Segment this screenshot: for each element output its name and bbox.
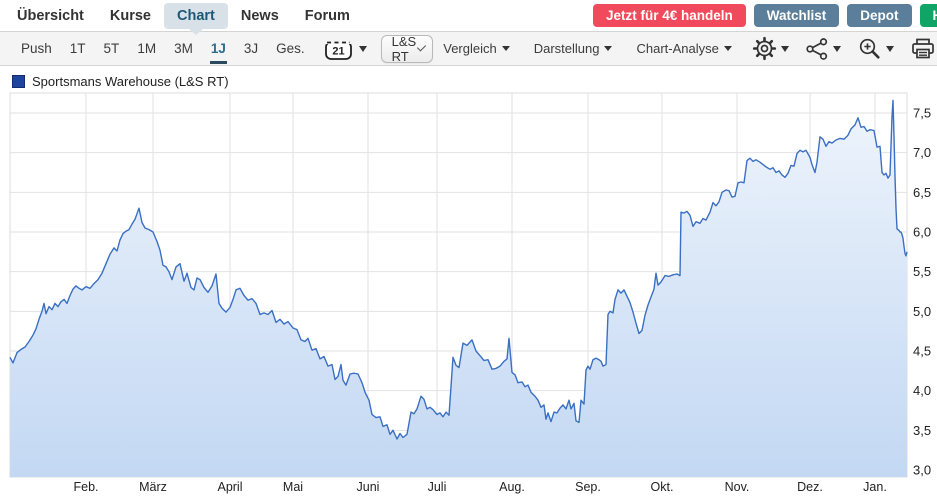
nav-item-chart[interactable]: Chart: [164, 3, 228, 29]
menu-label: Vergleich: [443, 41, 496, 56]
nav-item-kurse[interactable]: Kurse: [97, 3, 164, 29]
stock-chart-page: { "nav": { "items": [ {"label": "Übersic…: [0, 0, 937, 498]
menu-label: Chart-Analyse: [636, 41, 718, 56]
chart-settings-button[interactable]: [746, 36, 795, 61]
chevron-down-icon: [833, 46, 841, 52]
header-actions: Jetzt für 4€ handeln Watchlist Depot Han…: [593, 4, 937, 27]
nav-item-forum[interactable]: Forum: [292, 3, 363, 29]
x-tick-label: Sep.: [575, 480, 601, 494]
feed-select-value: L&S RT: [392, 34, 419, 64]
nav-item-news[interactable]: News: [228, 3, 292, 29]
menu-label: Darstellung: [534, 41, 600, 56]
svg-text:21: 21: [332, 45, 344, 57]
x-tick-label: Jan.: [863, 480, 887, 494]
range-3j[interactable]: 3J: [235, 32, 267, 65]
darstellung-menu[interactable]: Darstellung: [524, 41, 623, 56]
chart-analyse-menu[interactable]: Chart-Analyse: [626, 41, 741, 56]
y-tick-label: 6,5: [913, 185, 931, 200]
y-tick-label: 6,0: [913, 224, 931, 239]
print-button[interactable]: [904, 36, 937, 61]
y-tick-label: 4,0: [913, 383, 931, 398]
gear-icon: [752, 36, 777, 61]
calendar-icon: 21: [324, 37, 353, 61]
x-tick-label: Okt.: [651, 480, 674, 494]
y-tick-label: 3,5: [913, 423, 931, 438]
trade-now-button[interactable]: Jetzt für 4€ handeln: [593, 4, 746, 27]
y-tick-label: 5,0: [913, 304, 931, 319]
date-range-picker[interactable]: 21: [324, 37, 367, 61]
range-1t[interactable]: 1T: [61, 32, 95, 65]
legend-label: Sportsmans Warehouse (L&S RT): [32, 74, 229, 89]
x-tick-label: Nov.: [725, 480, 750, 494]
range-1m[interactable]: 1M: [128, 32, 165, 65]
toolbar-right-group: Vergleich Darstellung Chart-Analyse: [433, 36, 937, 61]
y-tick-label: 7,0: [913, 145, 931, 160]
print-icon: [910, 36, 936, 61]
x-tick-label: März: [139, 480, 167, 494]
y-tick-label: 3,0: [913, 462, 931, 477]
depot-button[interactable]: Depot: [847, 4, 911, 27]
price-chart[interactable]: 7,5 7,0 6,5 6,0 5,5 5,0 4,5 4,0 3,5 3,0 Feb. März Ap…: [0, 88, 937, 498]
range-5t[interactable]: 5T: [95, 32, 129, 65]
x-tick-label: Dez.: [797, 480, 823, 494]
x-tick-label: Juni: [357, 480, 380, 494]
range-ges[interactable]: Ges.: [267, 32, 314, 65]
chevron-down-icon: [359, 46, 367, 52]
x-tick-label: April: [217, 480, 242, 494]
chevron-down-icon: [604, 46, 612, 51]
y-tick-label: 4,5: [913, 343, 931, 358]
chevron-down-icon: [502, 46, 510, 51]
x-tick-label: Feb.: [73, 480, 98, 494]
x-tick-label: Aug.: [499, 480, 525, 494]
watchlist-button[interactable]: Watchlist: [754, 4, 840, 27]
x-tick-label: Juli: [428, 480, 447, 494]
zoom-in-icon: [857, 36, 882, 61]
zoom-button[interactable]: [851, 36, 900, 61]
chart-toolbar: Push1T5T1M3M1J3JGes. 21 L&S RT Vergleich…: [0, 31, 937, 66]
indicators-button[interactable]: [799, 37, 847, 61]
legend-swatch: [12, 75, 25, 88]
feed-select[interactable]: L&S RT: [381, 35, 434, 63]
main-navigation: ÜbersichtKurseChartNewsForum Jetzt für 4…: [0, 0, 937, 31]
chevron-down-icon: [724, 46, 732, 51]
nav-items: ÜbersichtKurseChartNewsForum: [4, 2, 363, 29]
indicator-nodes-icon: [805, 37, 829, 61]
y-tick-label: 5,5: [913, 264, 931, 279]
handeln-button[interactable]: Handeln: [920, 4, 937, 27]
vergleich-menu[interactable]: Vergleich: [433, 41, 519, 56]
range-1j[interactable]: 1J: [202, 32, 235, 65]
range-push[interactable]: Push: [12, 32, 61, 65]
range-selector: Push1T5T1M3M1J3JGes.: [12, 32, 314, 65]
chevron-down-icon: [886, 46, 894, 52]
nav-item--bersicht[interactable]: Übersicht: [4, 3, 97, 29]
chart-legend: Sportsmans Warehouse (L&S RT): [0, 66, 937, 90]
chart-area: 7,5 7,0 6,5 6,0 5,5 5,0 4,5 4,0 3,5 3,0 Feb. März Ap…: [0, 88, 937, 498]
chevron-down-icon: [781, 46, 789, 52]
range-3m[interactable]: 3M: [165, 32, 202, 65]
x-tick-label: Mai: [283, 480, 303, 494]
y-tick-label: 7,5: [913, 106, 931, 121]
